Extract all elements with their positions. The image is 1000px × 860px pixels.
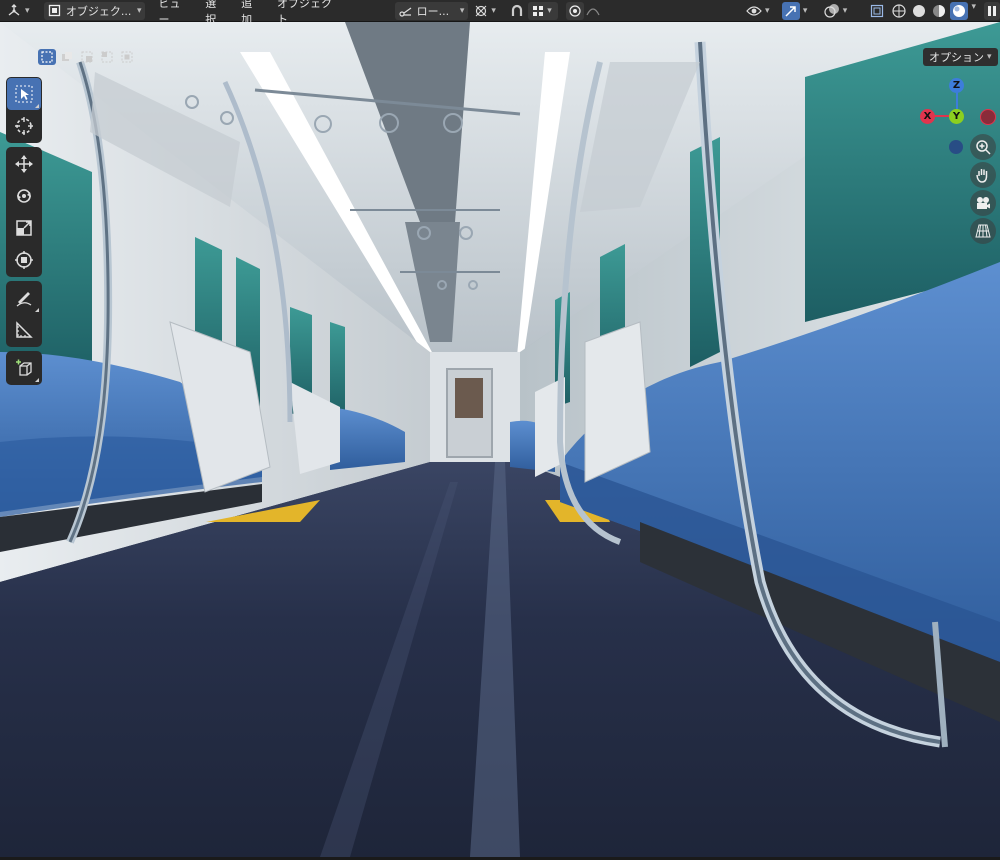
header-menus: ビュー 選択 追加 オブジェクト: [151, 0, 350, 26]
tool-group-add: [6, 351, 42, 385]
annotate-pencil-icon: [14, 288, 34, 308]
pivot-point-dropdown[interactable]: ▾: [474, 2, 502, 20]
camera-view-button[interactable]: [970, 190, 996, 216]
pan-button[interactable]: [970, 162, 996, 188]
rendered-shading-icon[interactable]: [949, 1, 968, 20]
tool-group-annotate: [6, 281, 42, 347]
overlay-icon: [824, 3, 840, 19]
visibility-dropdown[interactable]: ▾: [746, 2, 776, 20]
options-label: オプション: [929, 51, 984, 64]
gizmo-axis-neg-x[interactable]: [980, 109, 996, 125]
transform-icon: [14, 250, 34, 270]
mode-dropdown[interactable]: オブジェク... ▾: [43, 1, 146, 20]
material-shading-icon[interactable]: [930, 2, 948, 20]
select-new-icon[interactable]: [38, 49, 56, 65]
transform-orientation-dropdown[interactable]: ロー... ▾: [394, 1, 469, 20]
camera-icon: [975, 195, 991, 211]
chevron-down-icon: ▾: [802, 5, 808, 16]
pause-render-button[interactable]: [984, 1, 1000, 20]
eye-icon: [746, 5, 762, 17]
xray-toggle[interactable]: [868, 2, 886, 20]
add-cube-icon: [14, 358, 34, 378]
chevron-down-icon: ▾: [25, 5, 30, 16]
select-mode-row: [38, 49, 136, 65]
rotate-tool[interactable]: [7, 180, 41, 212]
chevron-down-icon[interactable]: ▾: [972, 2, 977, 20]
scale-icon: [14, 218, 34, 238]
solid-shading-icon[interactable]: [910, 2, 928, 20]
falloff-dropdown[interactable]: [586, 2, 608, 20]
tool-options-corner: [35, 378, 39, 382]
menu-view[interactable]: ビュー: [151, 0, 198, 26]
blender-window: ▾ オブジェク... ▾ ビュー 選択 追加 オブジェクト ロー... ▾ ▾ …: [0, 0, 1000, 860]
gizmo-axis-z[interactable]: Z: [949, 78, 964, 93]
chevron-down-icon: ▾: [491, 5, 496, 16]
chevron-down-icon: ▾: [547, 5, 552, 16]
menu-object[interactable]: オブジェクト: [270, 0, 350, 26]
shading-modes: ▾: [890, 1, 977, 20]
move-arrows-icon: [14, 154, 34, 174]
orientation-label: ロー...: [416, 4, 450, 18]
menu-add[interactable]: 追加: [234, 0, 270, 26]
pan-hand-icon: [975, 167, 991, 183]
chevron-down-icon: ▾: [842, 5, 848, 16]
cursor-arrow-icon: [14, 84, 34, 104]
move-tool[interactable]: [7, 148, 41, 180]
perspective-grid-icon: [975, 223, 991, 239]
select-box-tool[interactable]: [7, 78, 41, 110]
gizmo-dropdown[interactable]: ▾: [781, 1, 816, 20]
object-mode-icon: [48, 4, 61, 17]
tool-group-select: [6, 77, 42, 143]
3d-cursor-icon: [14, 116, 34, 136]
add-cube-tool[interactable]: [7, 352, 41, 384]
xray-icon: [870, 4, 884, 18]
zoom-icon: [975, 139, 991, 155]
chevron-down-icon: ▾: [459, 5, 465, 16]
tool-options-corner: [35, 104, 39, 108]
annotate-tool[interactable]: [7, 282, 41, 314]
select-invert-icon[interactable]: [98, 49, 116, 65]
tool-group-transform: [6, 147, 42, 277]
select-intersect-icon[interactable]: [118, 49, 136, 65]
viewport-header: ▾ オブジェク... ▾ ビュー 選択 追加 オブジェクト ロー... ▾ ▾ …: [0, 0, 1000, 26]
wireframe-shading-icon[interactable]: [890, 2, 908, 20]
options-dropdown[interactable]: オプション ▾: [923, 48, 998, 66]
orientation-icon: [399, 5, 413, 17]
snap-magnet-icon: [510, 4, 524, 18]
falloff-curve-icon: [586, 6, 600, 16]
gizmo-axis-neg-z[interactable]: [949, 140, 963, 154]
tool-shelf: [6, 77, 42, 389]
scale-tool[interactable]: [7, 212, 41, 244]
transform-tool[interactable]: [7, 244, 41, 276]
snap-toggle[interactable]: [508, 2, 526, 20]
measure-tool[interactable]: [7, 314, 41, 346]
train-interior-render: [0, 22, 1000, 857]
chevron-down-icon: ▾: [987, 52, 992, 62]
chevron-down-icon: ▾: [136, 5, 142, 16]
rotate-icon: [14, 186, 34, 206]
zoom-button[interactable]: [970, 134, 996, 160]
overlay-dropdown[interactable]: ▾: [824, 2, 858, 20]
chevron-down-icon: ▾: [765, 5, 770, 16]
3d-viewport-render[interactable]: オプション ▾ Z X Y: [0, 22, 1000, 857]
tool-options-corner: [35, 308, 39, 312]
pause-icon: [987, 5, 997, 17]
gizmo-arrow-icon: [781, 1, 800, 20]
snap-grid-icon: [532, 5, 544, 17]
measure-ruler-icon: [14, 320, 34, 340]
editor-type-dropdown[interactable]: ▾: [6, 2, 38, 20]
menu-select[interactable]: 選択: [198, 0, 234, 26]
gizmo-axis-y[interactable]: Y: [949, 109, 964, 124]
3d-viewport-icon: [6, 3, 22, 18]
perspective-toggle-button[interactable]: [970, 218, 996, 244]
cursor-tool[interactable]: [7, 110, 41, 142]
select-extend-icon[interactable]: [58, 49, 76, 65]
mode-label: オブジェク...: [65, 4, 132, 18]
proportional-edit-icon: [569, 4, 581, 17]
select-subtract-icon[interactable]: [78, 49, 96, 65]
gizmo-axis-x[interactable]: X: [920, 109, 935, 124]
proportional-edit-toggle[interactable]: [566, 1, 585, 20]
pivot-point-icon: [474, 4, 488, 18]
snap-target-dropdown[interactable]: ▾: [528, 1, 559, 20]
